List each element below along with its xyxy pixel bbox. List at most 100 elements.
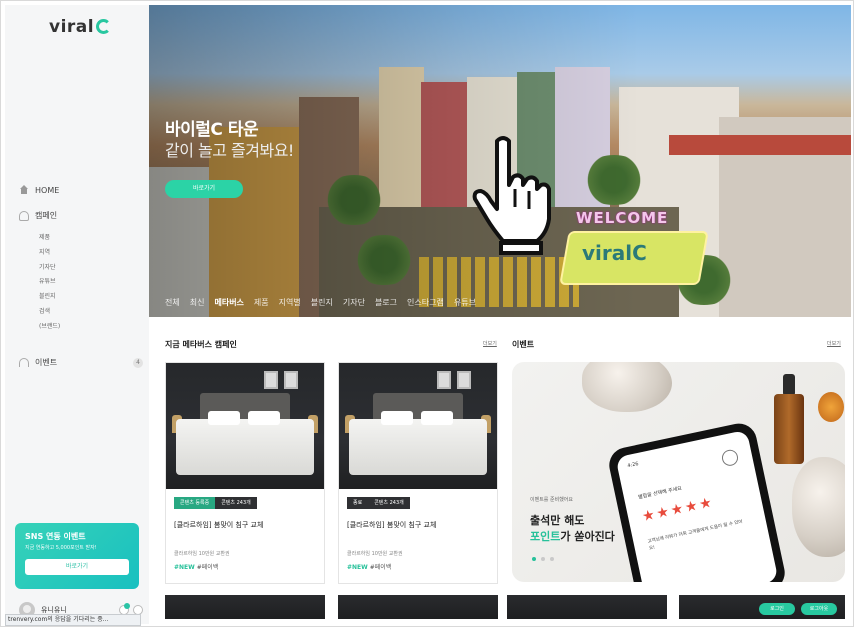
home-icon (19, 185, 29, 195)
card-title: [클라르하임] 봄맞이 침구 교체 (347, 521, 437, 529)
notification-dot (124, 603, 130, 609)
bed-illustration (176, 419, 314, 475)
tab-latest[interactable]: 최신 (190, 297, 205, 308)
person-icon (19, 210, 29, 221)
sidebar-item-label: 이벤트 (35, 358, 58, 367)
event-small-text: 이벤트를 준비했어요 (530, 497, 573, 503)
event-count-badge: 4 (133, 357, 143, 368)
floating-auth-buttons: 로그인 로그아웃 (759, 603, 837, 615)
event-more-link[interactable]: 더보기 (827, 340, 841, 347)
wall-frame-illustration (437, 371, 451, 389)
event-banner[interactable]: 4:26 별점을 선택해 주세요 ★★★★★ 고객님께 리뷰가 더욱 고객들에게… (512, 362, 845, 582)
welcome-text: WELCOME (576, 209, 669, 227)
hero-banner[interactable]: 바이럴C 타운 같이 놀고 즐겨봐요! 바로가기 WELCOME viralC … (149, 5, 851, 317)
event-headline-1: 출석만 해도 (530, 514, 585, 527)
browser-status-bar: trenvery.com의 응답을 기다리는 중... (5, 614, 141, 626)
smiley-icon (720, 448, 740, 468)
carousel-dot[interactable] (550, 557, 554, 561)
pointing-hand-icon (472, 136, 551, 255)
submenu-item[interactable]: 블린지 (39, 290, 60, 305)
carousel-dot[interactable] (541, 557, 545, 561)
content-count-badge: 콘텐츠 243개 (215, 497, 257, 509)
headset-icon (19, 358, 29, 367)
event-headline-rest: 가 쏟아진다 (560, 530, 615, 543)
phone-illustration: 4:26 별점을 선택해 주세요 ★★★★★ 고객님께 리뷰가 더욱 고객들에게… (605, 420, 789, 582)
card-reward: 클라르하임 10만원 교환권 (174, 551, 230, 557)
page-frame: viral HOME 캠페인 제품 지역 기자단 유튜브 블린지 검색 (브랜드… (0, 0, 854, 627)
bottle-neck (783, 374, 795, 396)
hero-subtitle: 같이 놀고 즐겨봐요! (165, 141, 294, 160)
card-reward: 클라르하임 10만원 교환권 (347, 551, 403, 557)
tab-blinge[interactable]: 블린지 (311, 297, 333, 308)
tab-metaverse[interactable]: 메타버스 (214, 297, 243, 308)
campaign-card-thumbnail[interactable] (165, 595, 325, 619)
tab-youtube[interactable]: 유튜브 (454, 297, 476, 308)
tab-reporters[interactable]: 기자단 (343, 297, 365, 308)
sidebar-item-campaign[interactable]: 캠페인 (19, 210, 57, 221)
tab-product[interactable]: 제품 (254, 297, 269, 308)
campaign-card[interactable]: 종료 콘텐츠 243개 [클라르하임] 봄맞이 침구 교체 클라르하임 10만원… (338, 362, 498, 584)
submenu-item[interactable]: 기자단 (39, 261, 60, 276)
submenu-item[interactable]: 유튜브 (39, 275, 60, 290)
campaign-card[interactable]: 콘텐츠 등록중 콘텐츠 243개 [클라르하임] 봄맞이 침구 교체 클라르하임… (165, 362, 325, 584)
submenu-item[interactable]: 제품 (39, 231, 60, 246)
campaign-submenu: 제품 지역 기자단 유튜브 블린지 검색 (브랜드) (39, 231, 60, 335)
campaign-card-thumbnail[interactable] (338, 595, 498, 619)
tab-region[interactable]: 지역별 (279, 297, 301, 308)
tab-all[interactable]: 전체 (165, 297, 180, 308)
submenu-item[interactable]: 검색 (39, 305, 60, 320)
hero-category-tabs: 전체 최신 메타버스 제품 지역별 블린지 기자단 블로그 인스타그램 유튜브 (165, 297, 476, 308)
status-badge: 콘텐츠 등록중 (174, 497, 216, 509)
login-button[interactable]: 로그인 (759, 603, 795, 615)
phone-text: 별점을 선택해 주세요 (637, 485, 683, 501)
sns-card-desc: 지금 연동하고 5,000포인트 받자! (25, 545, 97, 551)
status-badge: 종료 (347, 497, 369, 509)
pillow-illustration (208, 411, 240, 425)
card-title: [클라르하임] 봄맞이 침구 교체 (174, 521, 264, 529)
phone-time: 4:26 (626, 461, 640, 470)
submenu-item[interactable]: 지역 (39, 246, 60, 261)
card-tags: #NEW #페이백 (347, 562, 391, 571)
event-headline-2: 포인트가 쏟아진다 (530, 528, 615, 544)
star-rating: ★★★★★ (640, 494, 716, 526)
event-highlight: 포인트 (530, 530, 561, 543)
sidebar-item-label: 캠페인 (35, 211, 58, 220)
welcome-sign: WELCOME viralC (554, 205, 734, 287)
wall-frame-illustration (264, 371, 278, 389)
metaverse-more-link[interactable]: 더보기 (483, 340, 497, 347)
rock-illustration (792, 457, 845, 557)
submenu-item[interactable]: (브랜드) (39, 320, 60, 335)
amber-illustration (818, 392, 844, 422)
tab-blog[interactable]: 블로그 (375, 297, 397, 308)
rock-illustration (582, 362, 672, 412)
viral-sign-text: viralC (582, 241, 647, 265)
sidebar-item-home[interactable]: HOME (19, 185, 59, 195)
logo-text: viral (49, 17, 95, 37)
sidebar-item-label: HOME (35, 185, 60, 195)
tab-instagram[interactable]: 인스타그램 (407, 297, 444, 308)
hero-go-button[interactable]: 바로가기 (165, 180, 243, 198)
phone-screen: 4:26 별점을 선택해 주세요 ★★★★★ 고객님께 리뷰가 더욱 고객들에게… (615, 429, 779, 582)
pillow-illustration (381, 411, 413, 425)
card-image (339, 363, 497, 489)
wall-frame-illustration (457, 371, 471, 389)
carousel-dot[interactable] (532, 557, 536, 561)
pillow-illustration (421, 411, 453, 425)
wall-frame-illustration (284, 371, 298, 389)
metaverse-section-title: 지금 메타버스 캠페인 (165, 340, 237, 349)
sidebar-item-event[interactable]: 이벤트 4 (19, 357, 143, 368)
pillow-illustration (248, 411, 280, 425)
card-image (166, 363, 324, 489)
bottle-illustration (774, 374, 804, 464)
content-count-badge: 콘텐츠 243개 (368, 497, 410, 509)
campaign-card-thumbnail[interactable] (507, 595, 667, 619)
sns-go-button[interactable]: 바로가기 (25, 559, 129, 575)
tag-new: #NEW (174, 564, 195, 571)
logo-c-icon (96, 19, 112, 34)
event-section-title: 이벤트 (512, 340, 535, 349)
card-tags: #NEW #페이백 (174, 562, 218, 571)
carousel-dots (532, 557, 554, 561)
sidebar: viral HOME 캠페인 제품 지역 기자단 유튜브 블린지 검색 (브랜드… (5, 5, 149, 624)
logo[interactable]: viral (49, 17, 112, 37)
logout-button[interactable]: 로그아웃 (801, 603, 837, 615)
